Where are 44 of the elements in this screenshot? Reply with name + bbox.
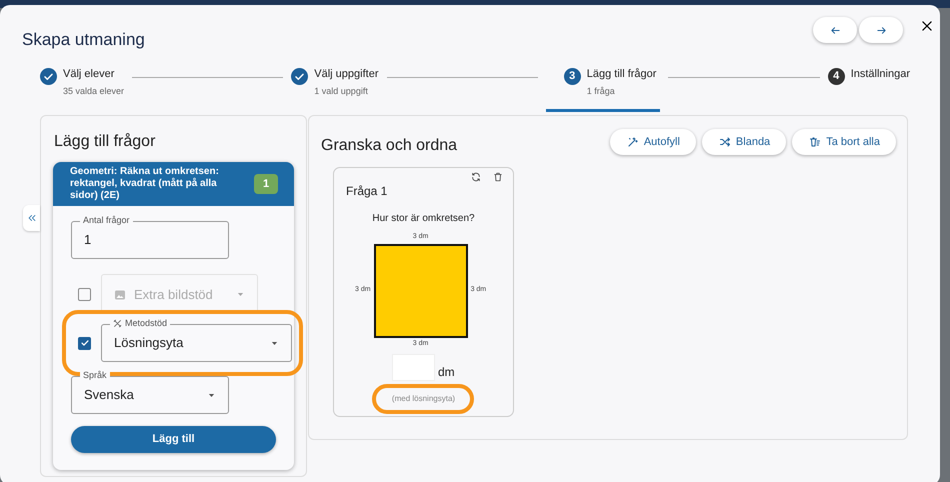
delete-button[interactable] [493,172,503,182]
count-badge: 1 [254,174,278,194]
step-sublabel: 35 valda elever [63,85,124,98]
dialog-title: Skapa utmaning [22,29,145,51]
step-tab[interactable]: 3 Lägg till frågor 1 fråga [546,68,660,112]
unit-label: dm [438,364,455,381]
tools-icon [113,318,122,328]
step-sublabel: 1 vald uppgift [314,85,369,98]
check-icon [80,338,90,348]
shuffle-icon [718,136,731,148]
panel-title: Granska och ordna [321,136,458,156]
action-button[interactable]: Ta bort alla [792,129,896,155]
panel-title: Lägg till frågor [54,132,156,152]
step-label: Lägg till frågor [586,68,656,81]
action-button[interactable]: Autofyll [610,129,696,155]
step-label: Välj elever [63,68,116,81]
step-tab[interactable]: Välj uppgifter 1 vald uppgift [291,68,378,112]
step-label: Välj uppgifter [314,68,378,81]
refresh-button[interactable] [471,172,481,182]
field-label: Språk [80,369,110,381]
arrow-right-icon [876,24,886,36]
collapse-button[interactable] [23,205,40,231]
step-number: 4 [828,68,845,85]
action-button[interactable]: Blanda [702,129,786,155]
step-sublabel: 1 fråga [586,85,616,98]
add-button[interactable]: Lägg till [71,426,276,453]
trash-icon [809,136,822,148]
task-title: Geometri: Räkna ut omkretsen: rektangel, kvadrat (mått på alla sidor) (2E) [70,166,220,202]
magic-wand-icon [626,136,639,148]
arrow-left-icon [830,24,840,36]
image-icon [114,288,126,300]
refresh-icon [471,172,481,182]
field-label: Antal frågor [80,214,133,226]
question-text: Hur stor är omkretsen? [371,212,476,226]
step-tab[interactable]: 4 Inställningar [828,68,910,98]
step-tab[interactable]: Välj elever 35 valda elever [40,68,124,112]
solution-note: (med lösningsyta) [392,394,456,403]
trash-icon [493,172,503,182]
close-icon [920,19,934,33]
step-label: Inställningar [850,68,910,81]
question-title: Fråga 1 [346,183,388,200]
step-number: 3 [564,68,581,85]
double-chevron-left-icon [26,213,36,223]
checkbox[interactable] [78,336,91,350]
